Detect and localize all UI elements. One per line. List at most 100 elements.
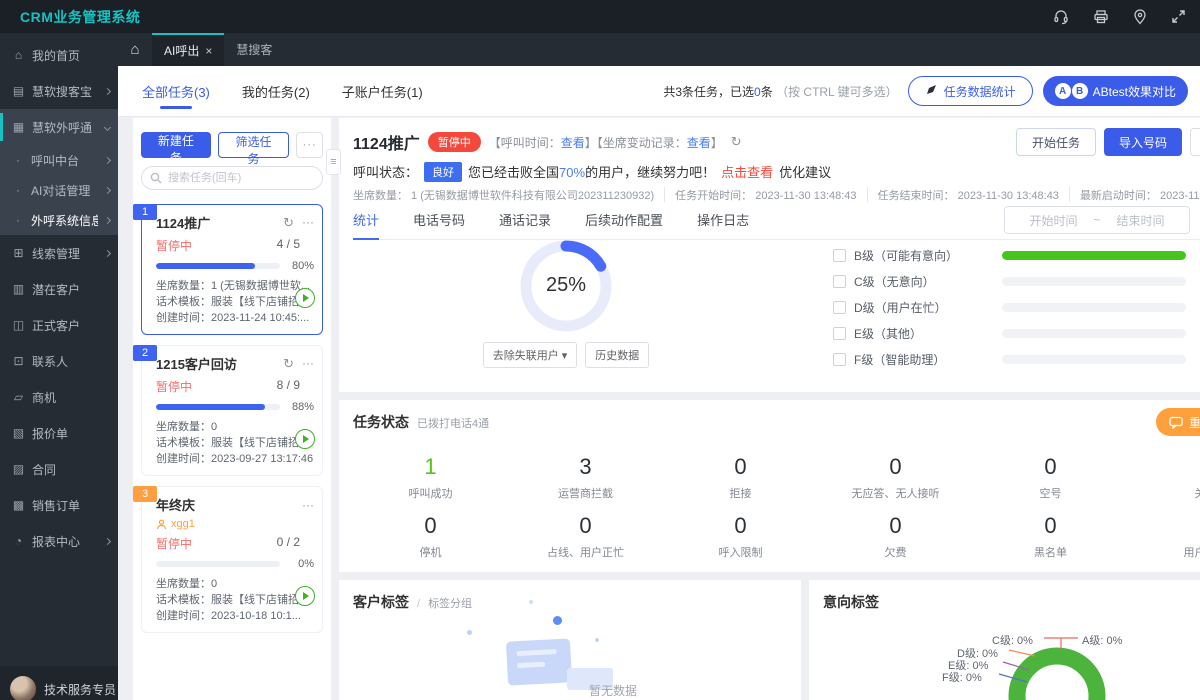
tab-operation-log[interactable]: 操作日志 [697,210,749,239]
more-actions-button[interactable]: ··· [296,132,323,158]
checkbox[interactable] [833,352,846,366]
intent-tags-card: 意向标签 C级: 0% A级: 0% D级: 0% E级: 0% F级: 0% [809,580,1200,700]
more-icon[interactable]: ··· [302,215,314,231]
call-time-meta: 【呼叫时间：查看】【坐席变动记录：查看】 [488,135,723,150]
headset-icon[interactable] [1053,9,1069,25]
printer-icon[interactable] [1093,9,1109,25]
play-icon[interactable] [295,429,315,449]
home-tab-button[interactable]: ⌂ [118,33,152,66]
sidebar-item-potential-customers[interactable]: ▥ 潜在客户 [0,271,118,307]
refresh-icon[interactable]: ↻ [283,356,294,372]
sidebar-item-quotes[interactable]: ▧ 报价单 [0,415,118,451]
stat-user-hangup: 0用户挂机 [1183,513,1200,559]
view-call-time-link[interactable]: 查看 [561,136,585,150]
task-ratio: 0 / 2 [276,535,300,549]
checkbox[interactable] [833,300,846,314]
info-end-time: 任务结束时间： 2023-11-30 13:48:43 [866,187,1069,202]
sidebar-subitem-outbound-info[interactable]: 外呼系统信息 [0,205,118,235]
window-tabbar: ⌂ AI呼出 × 慧搜客 [118,33,1200,66]
task-created: 创建时间：2023-09-27 13:17:46 [156,453,314,465]
close-icon[interactable]: × [205,44,212,58]
refresh-icon[interactable]: ↻ [283,215,294,231]
task-card-nianzhongqing[interactable]: 3 年终庆 ··· xgg1 暂停中 0 / 2 0% 坐席数量：0 话术模板：… [133,486,323,633]
sidebar-item-souke[interactable]: ▤ 慧软搜客宝 [0,73,118,109]
task-list-panel: 新建任务 筛选任务 ··· 1 1124推广 ↻ ··· [133,118,331,700]
clipped-action-button[interactable] [1190,128,1200,156]
import-numbers-button[interactable]: 导入号码 [1103,128,1182,156]
date-range-picker[interactable]: 开始时间 ~ 结束时间 [1004,206,1190,234]
tab-huisouke[interactable]: 慧搜客 [224,33,284,66]
sidebar-item-leads[interactable]: ⊞ 线索管理 [0,235,118,271]
panel-collapse-handle[interactable]: ≡ [326,149,341,175]
more-icon[interactable]: ··· [302,498,314,512]
tab-all-tasks[interactable]: 全部任务(3) [142,66,210,117]
document-icon: ▧ [12,426,25,440]
contact-icon: ⊡ [13,354,24,368]
task-created: 创建时间：2023-11-24 10:45:... [156,312,310,324]
play-icon[interactable] [295,288,315,308]
dialed-count-label: 已拨打电话4通 [417,418,490,430]
stat-no-answer: 0 无应答、无人接听 [851,454,940,500]
tab-my-tasks[interactable]: 我的任务(2) [242,66,310,117]
history-data-button[interactable]: 历史数据 [585,342,650,368]
start-task-button[interactable]: 开始任务 [1015,128,1096,156]
empty-state-illustration [505,638,573,686]
tag-groups-link[interactable]: 标签分组 [428,595,472,611]
location-icon[interactable] [1133,8,1147,25]
detail-task-title: 1124推广 [353,136,420,153]
chat-bubble-icon [1169,416,1183,429]
tab-ai-outbound[interactable]: AI呼出 × [152,33,225,66]
task-data-stats-button[interactable]: 任务数据统计 [907,76,1033,106]
bottom-cards-row: 客户标签 / 标签分组 暂无数据 意向标签 C级: 0% A级: 0% D级: … [339,580,1200,700]
remove-lost-users-button[interactable]: 去除失联用户 ▾ [482,342,578,368]
abtest-compare-button[interactable]: A B ABtest效果对比 [1042,76,1188,106]
sidebar-subitem-ai-dialog[interactable]: AI对话管理 [0,175,118,205]
play-icon[interactable] [295,586,315,606]
sidebar-item-opportunities[interactable]: ▱ 商机 [0,379,118,415]
task-template: 话术模板：服装【线下店铺招商... [156,437,314,449]
sidebar-item-customers[interactable]: ◫ 正式客户 [0,307,118,343]
chevron-right-icon [103,186,112,194]
stat-empty-number: 0 空号 [1039,454,1062,500]
folder-icon: ▥ [12,282,25,296]
sidebar-subitem-call-center[interactable]: 呼叫中台 [0,145,118,175]
user-name: 技术服务专员 [44,682,117,697]
checkbox[interactable] [833,248,846,262]
sidebar-item-home[interactable]: ⌂ 我的首页 [0,37,118,73]
refresh-icon[interactable]: ↻ [731,134,742,150]
task-agents: 坐席数量：1 (无锡数据博世软... [156,280,311,292]
sidebar-item-contacts[interactable]: ⊡ 联系人 [0,343,118,379]
tab-phone-numbers[interactable]: 电话号码 [413,210,465,239]
checkbox[interactable] [833,274,846,288]
legend-bar [1002,354,1186,364]
task-card-1124[interactable]: 1 1124推广 ↻ ··· 暂停中 4 / 5 80% 坐席数量：1 (无锡数… [133,204,323,335]
task-created: 创建时间：2023-10-18 10:1... [156,610,301,622]
order-icon: ▩ [12,498,25,512]
fullscreen-icon[interactable] [1171,9,1186,24]
new-task-button[interactable]: 新建任务 [141,132,211,165]
user-profile[interactable]: 技术服务专员 [0,666,118,700]
user-icon: ◫ [12,318,25,332]
empty-state-text: 暂无数据 [589,684,638,698]
click-view-link[interactable]: 点击查看 [721,162,773,181]
checkbox[interactable] [833,326,846,340]
crm-app: CRM业务管理系统 ⌂ 我的首页 ▤ 慧软搜客宝 ▦ 慧软外呼通 呼叫中台 [0,0,1200,700]
search-task-input[interactable] [141,166,323,190]
sidebar-item-contracts[interactable]: ▨ 合同 [0,451,118,487]
view-seat-record-link[interactable]: 查看 [687,136,711,150]
redial-button[interactable]: 重拨 [1155,408,1200,436]
tab-subaccount-tasks[interactable]: 子账户任务(1) [342,66,423,117]
tab-statistics[interactable]: 统计 [353,210,380,240]
grid-icon: ⊞ [13,246,24,260]
more-icon[interactable]: ··· [302,356,314,372]
task-title: 年终庆 [156,498,196,513]
task-detail-card: 1124推广 暂停中 【呼叫时间：查看】【坐席变动记录：查看】 ↻ 开始任务 导… [339,118,1200,392]
task-card-1215[interactable]: 2 1215客户回访 ↻ ··· 暂停中 8 / 9 88% 坐席数量：0 话术… [133,345,323,476]
person-icon [156,519,167,529]
sidebar-item-reports[interactable]: ◔ 报表中心 [0,523,118,559]
sidebar-item-outbound[interactable]: ▦ 慧软外呼通 [0,109,118,145]
sidebar-item-sales-orders[interactable]: ▩ 销售订单 [0,487,118,523]
task-status-label: 暂停中 [156,537,193,551]
filter-task-button[interactable]: 筛选任务 [217,132,290,166]
top-bar: CRM业务管理系统 [0,0,1200,33]
